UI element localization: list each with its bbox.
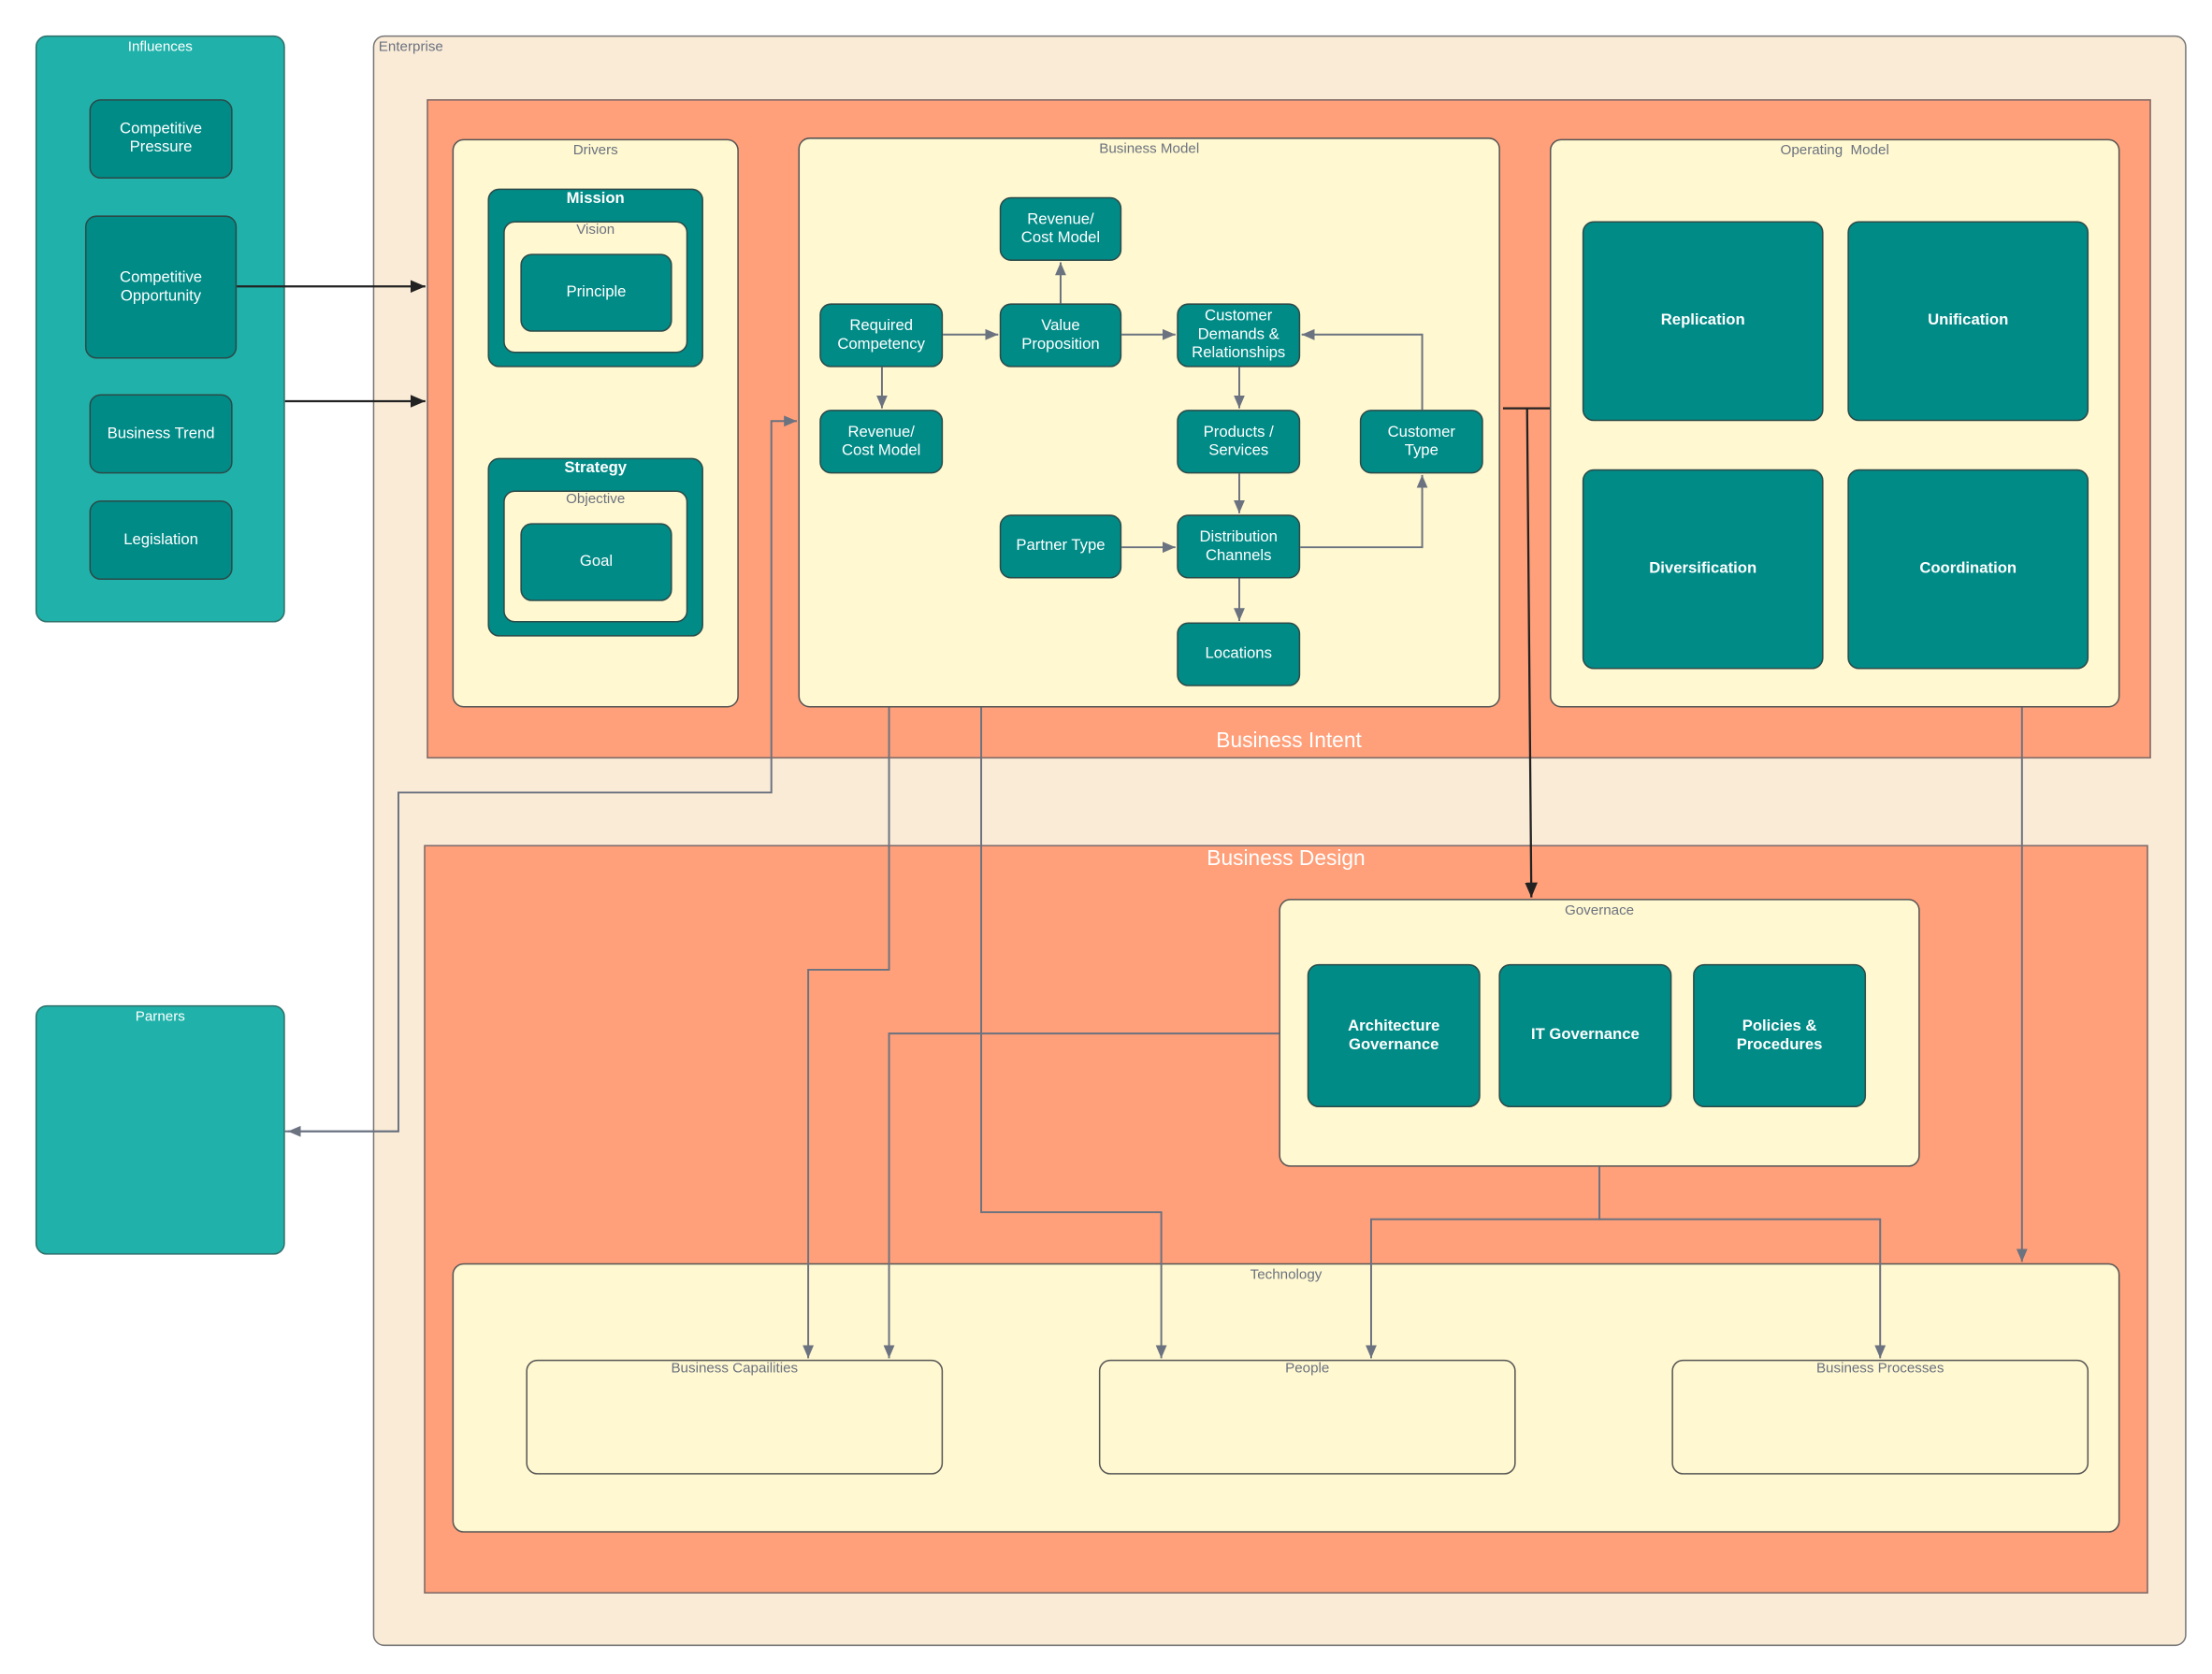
coordination-node[interactable]: Coordination — [1847, 469, 2089, 670]
node-label: Legislation — [123, 530, 198, 548]
node-label: Replication — [1660, 311, 1745, 329]
node-label: Business Trend — [107, 425, 215, 442]
business-design-label: Business Design — [1207, 846, 1366, 871]
node-label: Revenue/ Cost Model — [842, 423, 921, 459]
node-label: Competitive Pressure — [120, 120, 203, 156]
architecture-governance-node[interactable]: Architecture Governance — [1307, 963, 1481, 1107]
principle-node[interactable]: Principle — [520, 253, 672, 332]
partners-panel[interactable]: Parners — [35, 1004, 285, 1255]
node-label: Goal — [579, 553, 614, 570]
goal-node[interactable]: Goal — [520, 523, 672, 601]
enterprise-title: Enterprise — [378, 39, 443, 56]
customer-type-node[interactable]: Customer Type — [1359, 410, 1483, 474]
node-label: Principle — [566, 283, 627, 301]
node-label: Products / Services — [1203, 423, 1274, 459]
policies-procedures-node[interactable]: Policies & Procedures — [1693, 963, 1867, 1107]
node-label: Architecture Governance — [1348, 1017, 1440, 1053]
business-capabilities-title: Business Capailities — [671, 1361, 799, 1378]
node-label: Customer Type — [1387, 423, 1455, 459]
partners-title: Parners — [135, 1009, 185, 1026]
operating-model-title: Operating Model — [1780, 143, 1889, 159]
technology-title: Technology — [1250, 1267, 1323, 1283]
influence-competitive-opportunity[interactable]: Competitive Opportunity — [84, 215, 238, 359]
revenue-cost-model-top[interactable]: Revenue/ Cost Model — [999, 196, 1122, 261]
products-services-node[interactable]: Products / Services — [1177, 410, 1301, 474]
people-title: People — [1285, 1361, 1330, 1378]
distribution-channels-node[interactable]: Distribution Channels — [1177, 514, 1301, 579]
business-processes-title: Business Processes — [1815, 1361, 1945, 1378]
node-label: Partner Type — [1016, 537, 1106, 555]
influence-business-trend[interactable]: Business Trend — [89, 394, 233, 474]
business-intent-label: Business Intent — [1216, 729, 1362, 753]
influence-legislation[interactable]: Legislation — [89, 500, 233, 581]
governance-title: Governace — [1564, 902, 1635, 919]
node-label: Unification — [1928, 311, 2009, 329]
node-label: Coordination — [1919, 559, 2017, 578]
business-processes-box[interactable]: Business Processes — [1671, 1359, 2089, 1475]
strategy-title: Strategy — [564, 459, 628, 477]
partner-type-node[interactable]: Partner Type — [999, 514, 1122, 579]
objective-title: Objective — [566, 492, 626, 508]
influence-competitive-pressure[interactable]: Competitive Pressure — [89, 99, 233, 180]
value-proposition-node[interactable]: Value Proposition — [999, 303, 1122, 368]
business-model-title: Business Model — [1099, 141, 1200, 158]
node-label: Distribution Channels — [1199, 527, 1278, 564]
drivers-title: Drivers — [572, 143, 618, 159]
customer-demands-node[interactable]: Customer Demands & Relationships — [1177, 303, 1301, 368]
vision-title: Vision — [576, 223, 615, 238]
diversification-node[interactable]: Diversification — [1582, 469, 1824, 670]
people-box[interactable]: People — [1098, 1359, 1516, 1475]
it-governance-node[interactable]: IT Governance — [1498, 963, 1672, 1107]
node-label: Locations — [1205, 644, 1272, 662]
node-label: Diversification — [1649, 559, 1757, 578]
node-label: Customer Demands & Relationships — [1192, 307, 1286, 362]
influences-title: Influences — [127, 39, 193, 56]
replication-node[interactable]: Replication — [1582, 221, 1824, 422]
locations-node[interactable]: Locations — [1177, 622, 1301, 686]
unification-node[interactable]: Unification — [1847, 221, 2089, 422]
required-competency-node[interactable]: Required Competency — [819, 303, 944, 368]
mission-title: Mission — [566, 190, 625, 208]
business-capabilities-box[interactable]: Business Capailities — [526, 1359, 944, 1475]
node-label: IT Governance — [1530, 1026, 1640, 1044]
node-label: Competitive Opportunity — [120, 268, 203, 305]
diagram-canvas: Influences Competitive Pressure Competit… — [0, 0, 2212, 1674]
node-label: Revenue/ Cost Model — [1020, 210, 1101, 247]
node-label: Policies & Procedures — [1736, 1017, 1823, 1053]
node-label: Value Proposition — [1021, 316, 1100, 353]
node-label: Required Competency — [837, 316, 926, 353]
revenue-cost-model-left[interactable]: Revenue/ Cost Model — [819, 410, 944, 474]
